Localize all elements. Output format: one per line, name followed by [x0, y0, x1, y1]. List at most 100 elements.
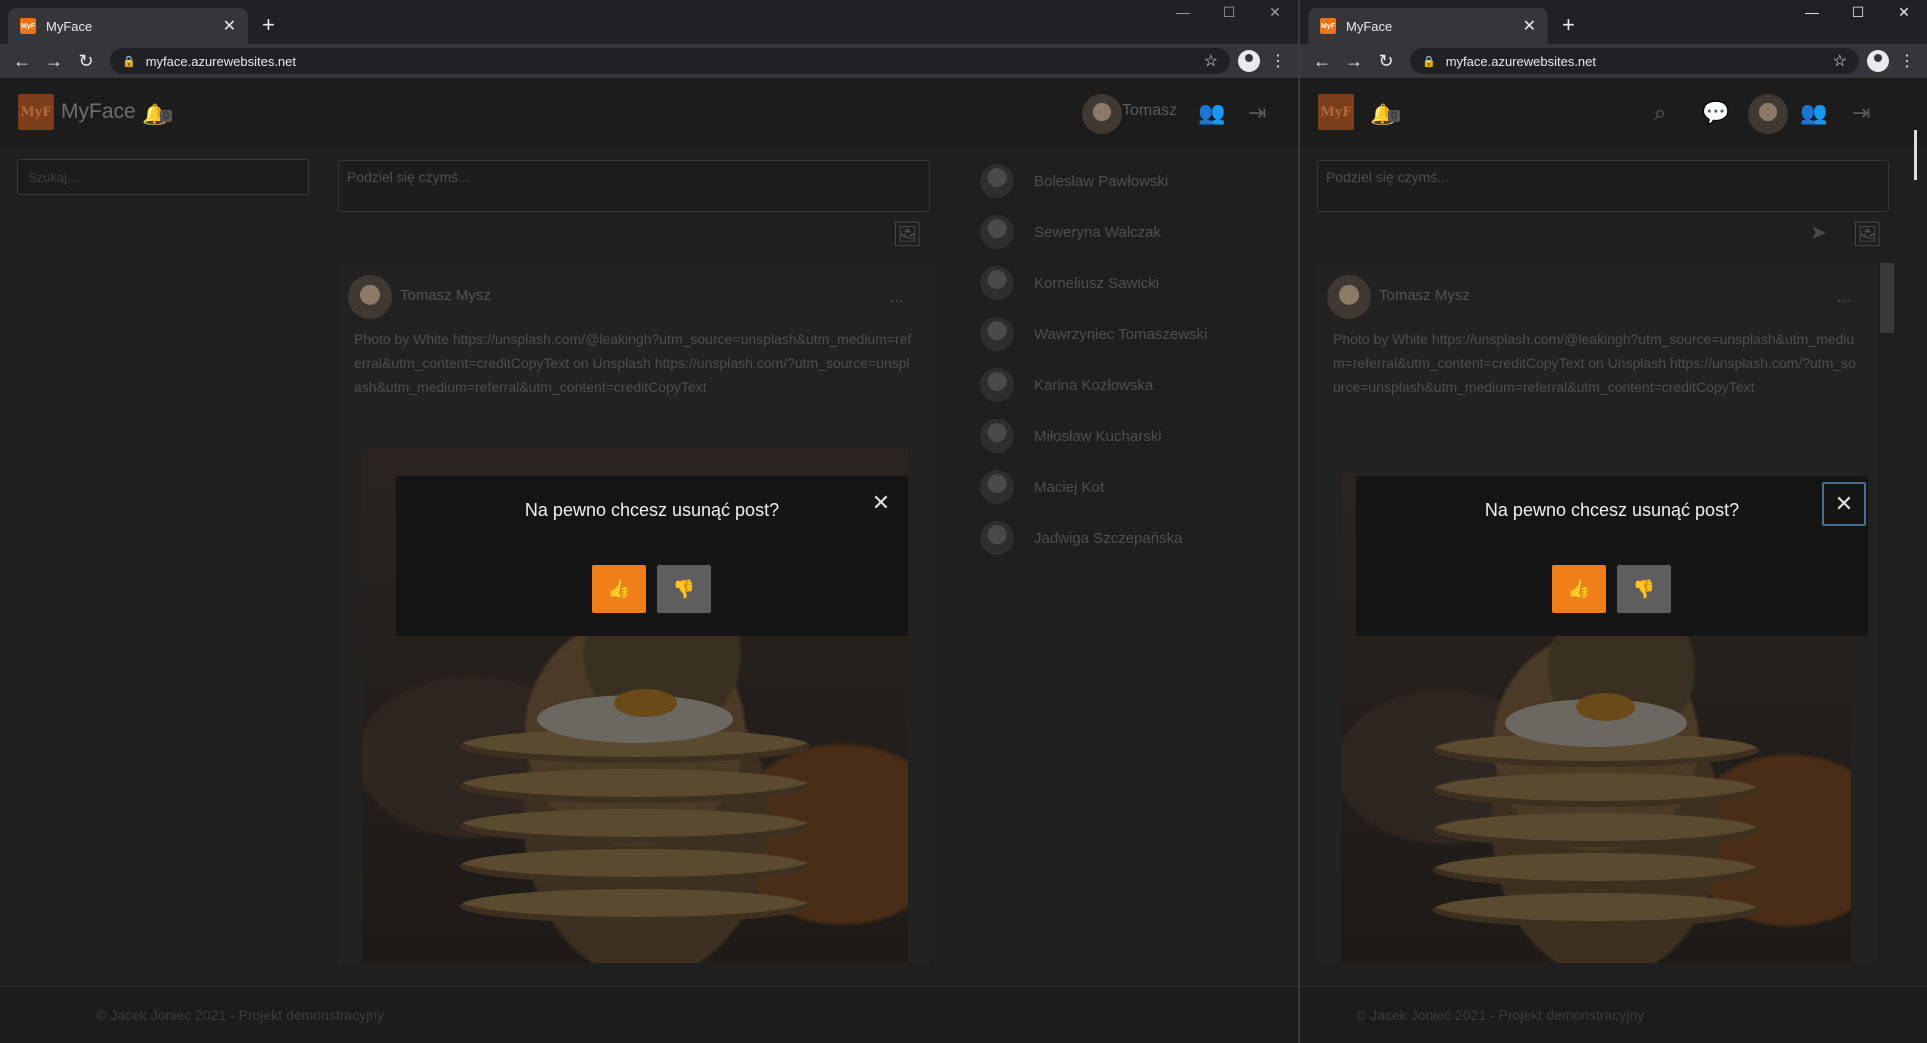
window-controls: — ☐ ✕	[1160, 4, 1298, 21]
users-icon[interactable]: 👥	[1800, 100, 1827, 126]
image-icon[interactable]: 🖼	[1852, 220, 1882, 249]
tab-bar: MyF MyFace ✕ + — ☐ ✕	[1300, 0, 1927, 44]
friend-avatar	[980, 317, 1014, 351]
post-text: Photo by White https://unsplash.com/@lea…	[1333, 331, 1856, 395]
notification-count: 0	[160, 110, 173, 122]
close-icon[interactable]: ✕	[868, 490, 894, 516]
friend-name: Bolesław Pawłowski	[1034, 172, 1169, 190]
thumbs-down-icon: 👎	[1632, 579, 1656, 599]
post-author-avatar[interactable]	[348, 275, 392, 319]
brand-name[interactable]: MyFace	[61, 100, 136, 124]
search-icon[interactable]: ⌕	[1654, 100, 1666, 126]
back-icon[interactable]: ←	[6, 51, 38, 72]
back-icon[interactable]: ←	[1306, 51, 1338, 72]
reload-icon[interactable]: ↻	[1370, 51, 1402, 72]
post-author-avatar[interactable]	[1327, 275, 1371, 319]
browser-tab[interactable]: MyF MyFace ✕	[1308, 8, 1548, 44]
friend-item[interactable]: Karina Kozłowska	[980, 367, 1153, 403]
confirm-no-button[interactable]: 👎	[1617, 565, 1671, 613]
send-icon[interactable]: ➤	[1810, 220, 1827, 245]
user-avatar[interactable]	[1748, 94, 1788, 134]
friend-item[interactable]: Jadwiga Szczepańska	[980, 520, 1182, 556]
search-input[interactable]: Szukaj...	[17, 159, 309, 195]
friend-avatar	[980, 215, 1014, 249]
friend-avatar	[980, 470, 1014, 504]
friend-avatar	[980, 266, 1014, 300]
confirm-yes-button[interactable]: 👍	[592, 565, 646, 613]
pancake	[460, 849, 810, 883]
post-text: Photo by White https://unsplash.com/@lea…	[354, 331, 912, 395]
pancake-stack	[460, 669, 810, 963]
users-icon[interactable]: 👥	[1198, 100, 1225, 126]
friend-avatar	[980, 521, 1014, 555]
profile-icon[interactable]	[1867, 50, 1889, 72]
address-bar[interactable]: 🔒 myface.azurewebsites.net ☆	[110, 48, 1230, 74]
minimize-icon[interactable]: —	[1160, 4, 1206, 21]
bookmark-star-icon[interactable]: ☆	[1204, 51, 1218, 71]
post-menu-icon[interactable]: ...	[890, 289, 903, 307]
logout-icon[interactable]: ⇥	[1248, 100, 1266, 126]
maximize-icon[interactable]: ☐	[1206, 4, 1252, 21]
friend-avatar	[980, 368, 1014, 402]
new-tab-icon[interactable]: +	[1562, 12, 1575, 38]
friend-item[interactable]: Bolesław Pawłowski	[980, 163, 1168, 199]
post-menu-icon[interactable]: ...	[1837, 289, 1850, 307]
yolk	[1576, 693, 1636, 721]
thumbs-up-icon: 👍	[607, 579, 631, 599]
reload-icon[interactable]: ↻	[70, 51, 102, 72]
user-avatar[interactable]	[1082, 94, 1122, 134]
image-icon[interactable]: 🖼	[892, 220, 922, 249]
post-composer[interactable]: Podziel się czymś...	[1317, 160, 1889, 212]
close-tab-icon[interactable]: ✕	[1523, 16, 1536, 36]
friend-item[interactable]: Seweryna Walczak	[980, 214, 1161, 250]
logout-icon[interactable]: ⇥	[1852, 100, 1870, 126]
modal-question: Na pewno chcesz usunąć post?	[524, 500, 780, 520]
notification-count: 0	[1388, 110, 1401, 122]
logo[interactable]: MyF	[18, 94, 54, 130]
tab-title: MyFace	[46, 18, 93, 34]
friend-item[interactable]: Maciej Kot	[980, 469, 1104, 505]
close-tab-icon[interactable]: ✕	[223, 16, 236, 36]
friend-name: Karina Kozłowska	[1034, 376, 1154, 394]
profile-icon[interactable]	[1238, 50, 1260, 72]
friend-name: Miłosław Kucharski	[1034, 427, 1162, 445]
confirm-yes-button[interactable]: 👍	[1552, 565, 1606, 613]
close-icon[interactable]: ✕	[1822, 482, 1866, 526]
address-bar[interactable]: 🔒 myface.azurewebsites.net ☆	[1410, 48, 1859, 74]
footer: © Jacek Joniec 2021 - Projekt demonstrac…	[1300, 986, 1927, 1043]
close-window-icon[interactable]: ✕	[1881, 4, 1927, 21]
forward-icon[interactable]: →	[38, 51, 70, 72]
maximize-icon[interactable]: ☐	[1835, 4, 1881, 21]
pancake	[460, 769, 810, 803]
confirm-no-button[interactable]: 👎	[657, 565, 711, 613]
forward-icon[interactable]: →	[1338, 51, 1370, 72]
chat-icon[interactable]: 💬	[1702, 100, 1729, 126]
browser-menu-icon[interactable]: ⋮	[1270, 51, 1286, 71]
friend-item[interactable]: Wawrzyniec Tomaszewski	[980, 316, 1207, 352]
friend-avatar	[980, 419, 1014, 453]
pancake-stack	[1432, 673, 1760, 963]
new-tab-icon[interactable]: +	[262, 12, 275, 38]
close-window-icon[interactable]: ✕	[1252, 4, 1298, 21]
browser-menu-icon[interactable]: ⋮	[1899, 51, 1915, 71]
modal-question: Na pewno chcesz usunąć post?	[1484, 500, 1740, 520]
pancake	[460, 889, 810, 923]
friend-item[interactable]: Korneliusz Sawicki	[980, 265, 1159, 301]
user-name[interactable]: Tomasz	[1122, 102, 1177, 120]
favicon-icon: MyF	[1320, 18, 1336, 34]
browser-window-right: MyF MyFace ✕ + — ☐ ✕ ← → ↻ 🔒 myface.azur…	[1300, 0, 1927, 1043]
post-author[interactable]: Tomasz Mysz	[400, 287, 491, 304]
post-author[interactable]: Tomasz Mysz	[1379, 287, 1470, 304]
friend-item[interactable]: Miłosław Kucharski	[980, 418, 1162, 454]
bookmark-star-icon[interactable]: ☆	[1833, 51, 1847, 71]
browser-toolbar: ← → ↻ 🔒 myface.azurewebsites.net ☆ ⋮	[1300, 44, 1927, 78]
tab-bar: MyF MyFace ✕ + — ☐ ✕	[0, 0, 1298, 44]
thumbs-down-icon: 👎	[672, 579, 696, 599]
logo[interactable]: MyF	[1318, 94, 1354, 130]
page-scrollbar[interactable]	[1914, 130, 1917, 180]
post-scrollbar[interactable]	[1880, 263, 1894, 333]
pancake	[1432, 853, 1760, 887]
post-composer[interactable]: Podziel się czymś...	[338, 160, 930, 212]
browser-tab[interactable]: MyF MyFace ✕	[8, 8, 248, 44]
minimize-icon[interactable]: —	[1789, 4, 1835, 21]
